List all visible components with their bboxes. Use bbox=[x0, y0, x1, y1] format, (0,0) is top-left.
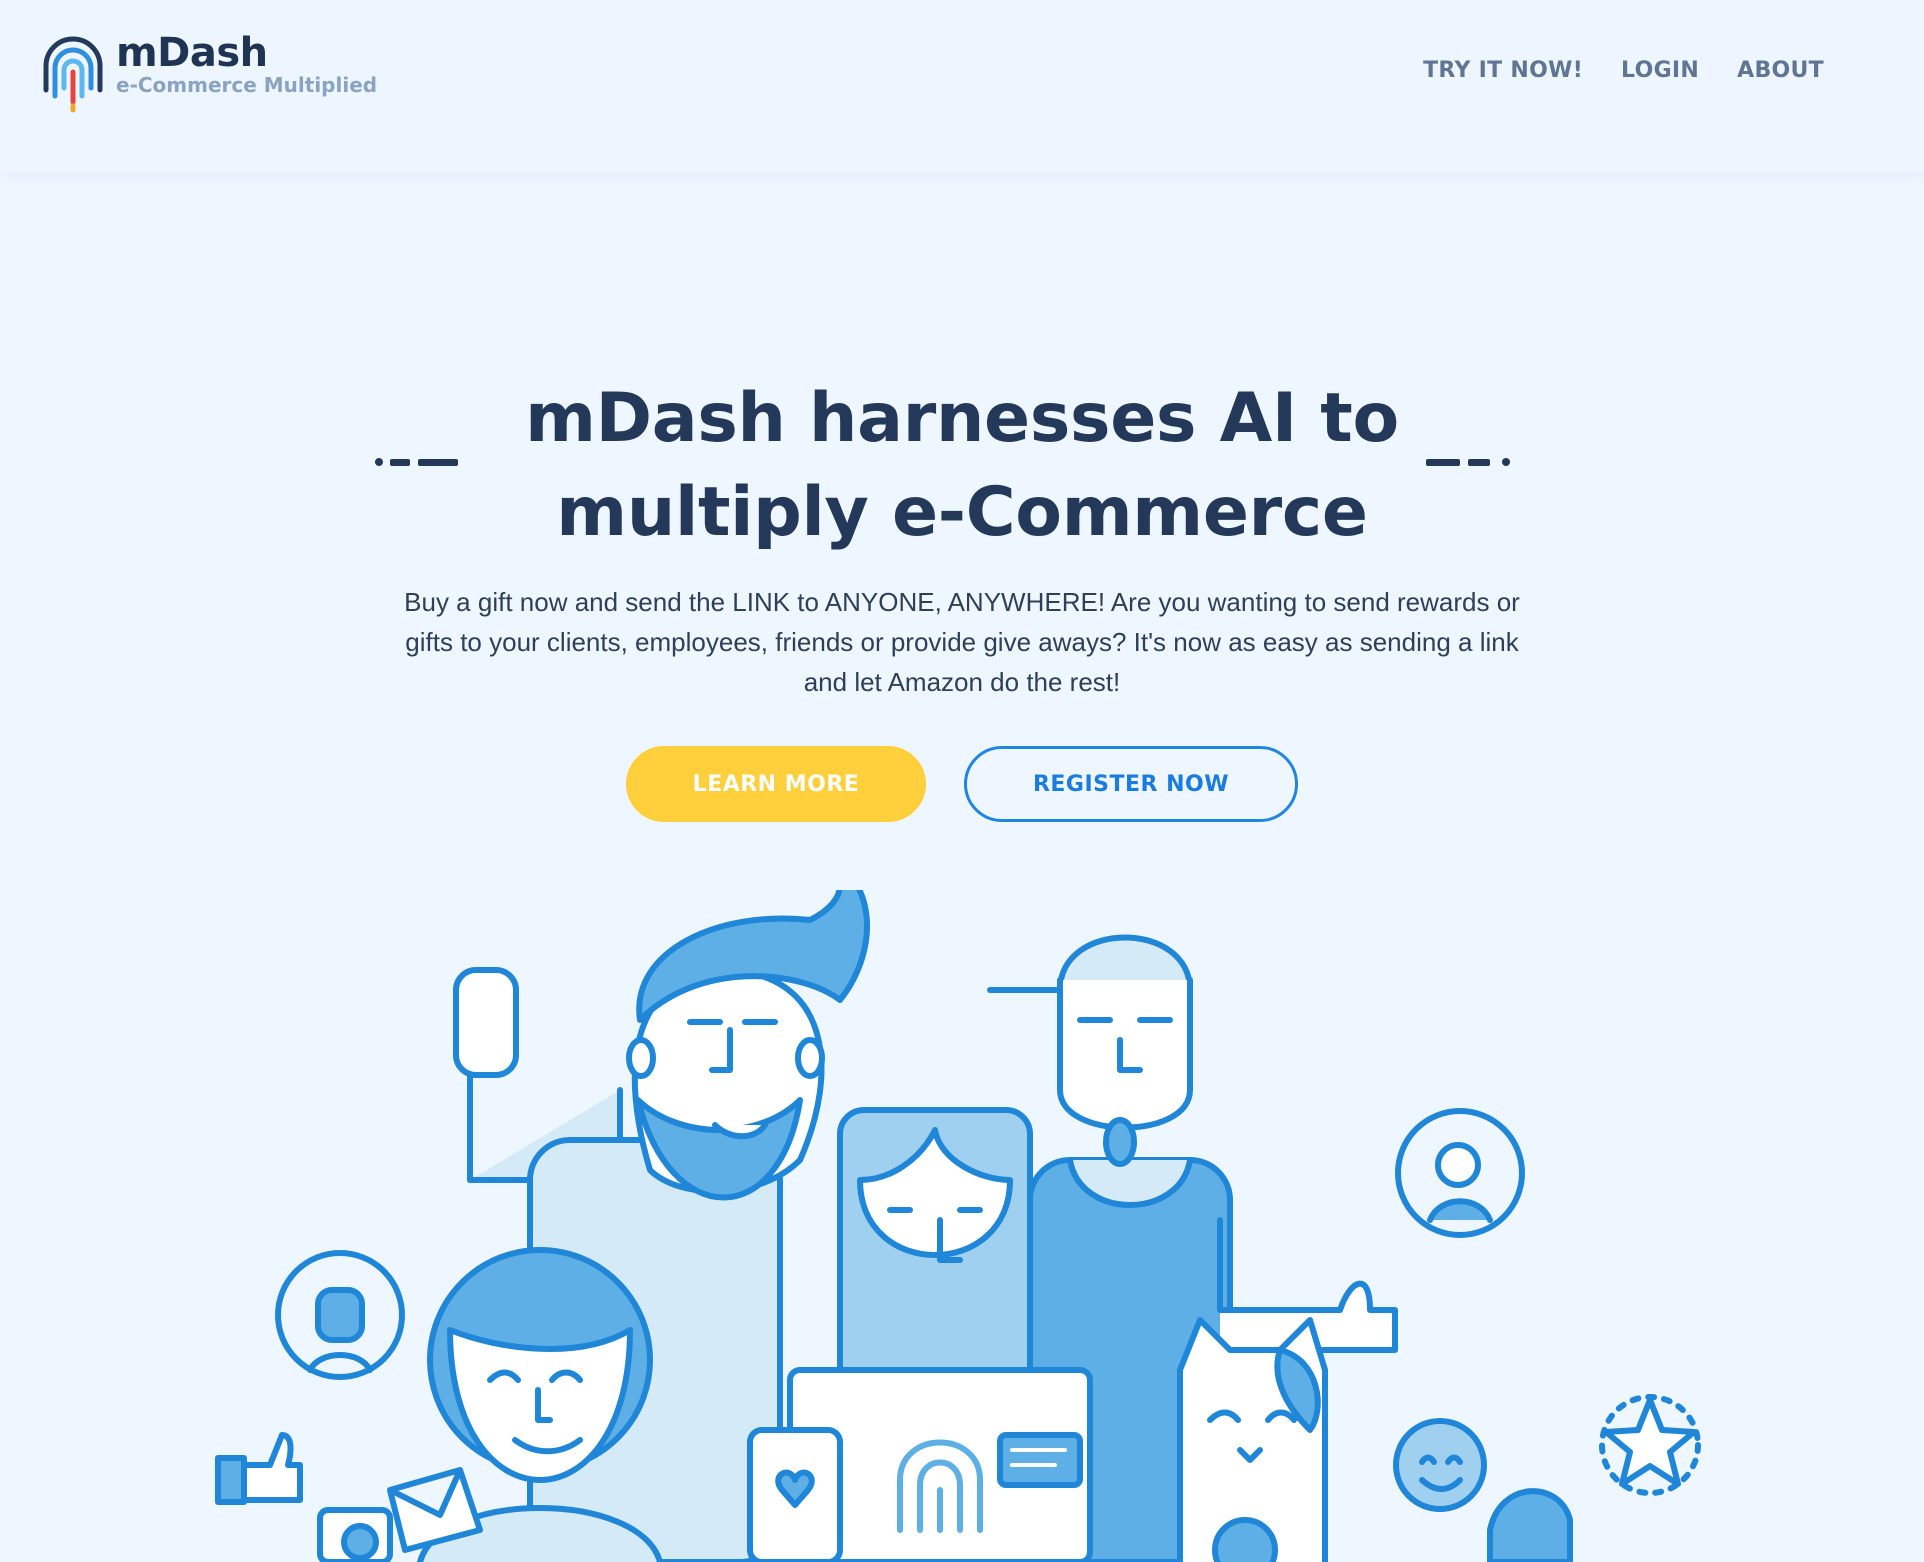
brand-tagline: e-Commerce Multiplied bbox=[116, 73, 378, 97]
avatar-bearded-icon bbox=[275, 1250, 405, 1380]
hero-actions: LEARN MORE REGISTER NOW bbox=[0, 746, 1924, 822]
dash-decoration-icon bbox=[1426, 458, 1510, 466]
avatar-woman-icon bbox=[1395, 1108, 1525, 1238]
register-now-button[interactable]: REGISTER NOW bbox=[964, 746, 1298, 822]
nav-about[interactable]: ABOUT bbox=[1737, 58, 1824, 83]
people-illustration bbox=[215, 890, 1701, 1562]
fingerprint-logo-icon bbox=[43, 36, 103, 113]
hero-description: Buy a gift now and send the LINK to ANYO… bbox=[404, 587, 1520, 697]
hero-section: mDash harnesses AI to multiply e-Commerc… bbox=[0, 372, 1924, 822]
smiley-bubble-icon bbox=[1393, 1418, 1487, 1512]
page-title: mDash harnesses AI to multiply e-Commerc… bbox=[525, 379, 1399, 552]
thumbs-up-icon bbox=[215, 1432, 303, 1505]
nav-try-it-now[interactable]: TRY IT NOW! bbox=[1423, 58, 1583, 83]
phone-heart-icon bbox=[747, 1427, 843, 1562]
camera-icon bbox=[317, 1507, 393, 1562]
main-nav: TRY IT NOW! LOGIN ABOUT bbox=[1423, 58, 1824, 83]
brand-logo[interactable]: mDash e-Commerce Multiplied bbox=[40, 30, 377, 114]
bird-icon bbox=[1487, 1488, 1573, 1562]
nav-login[interactable]: LOGIN bbox=[1621, 58, 1699, 83]
learn-more-button[interactable]: LEARN MORE bbox=[626, 746, 926, 822]
site-header: mDash e-Commerce Multiplied TRY IT NOW! … bbox=[0, 0, 1924, 172]
cat-figure bbox=[1177, 1317, 1328, 1562]
chat-bubble-icon bbox=[997, 1432, 1083, 1488]
star-award-icon bbox=[1599, 1394, 1701, 1496]
dash-decoration-icon bbox=[375, 458, 458, 466]
brand-name: mDash bbox=[116, 30, 268, 76]
